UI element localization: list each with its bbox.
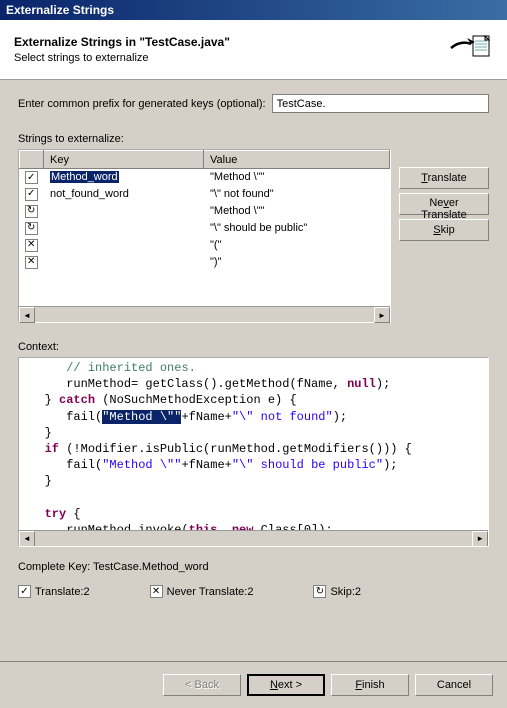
value-cell[interactable]: "\" should be public" — [204, 220, 390, 237]
cross-icon[interactable]: ✕ — [20, 254, 44, 271]
header-title: Externalize Strings in "TestCase.java" — [14, 35, 230, 49]
back-button: < Back — [163, 674, 241, 696]
status-skip: Skip:2 — [330, 586, 361, 598]
externalize-icon — [445, 30, 493, 70]
col-value[interactable]: Value — [204, 151, 390, 169]
header-subtitle: Select strings to externalize — [14, 52, 230, 64]
translate-button[interactable]: Translate — [399, 167, 489, 189]
prefix-label: Enter common prefix for generated keys (… — [18, 98, 266, 110]
table-row[interactable]: ↻ "\" should be public" — [20, 220, 390, 237]
strings-label: Strings to externalize: — [18, 133, 489, 145]
value-cell[interactable]: "(" — [204, 237, 390, 254]
col-key[interactable]: Key — [44, 151, 204, 169]
strings-table[interactable]: Key Value ✓Method_word"Method \""✓not_fo… — [18, 149, 391, 323]
context-scrollbar[interactable]: ◄ ► — [19, 530, 488, 546]
dialog-header: Externalize Strings in "TestCase.java" S… — [0, 20, 507, 80]
scroll-left-icon[interactable]: ◄ — [19, 531, 35, 547]
skip-icon: ↻ — [313, 585, 326, 598]
key-cell[interactable]: Method_word — [44, 169, 204, 186]
skip-icon[interactable]: ↻ — [20, 203, 44, 220]
prefix-input[interactable] — [272, 94, 489, 113]
check-icon[interactable]: ✓ — [20, 169, 44, 186]
key-cell[interactable] — [44, 254, 204, 271]
value-cell[interactable]: "Method \"" — [204, 169, 390, 186]
table-row[interactable]: ↻ "Method \"" — [20, 203, 390, 220]
context-box[interactable]: // inherited ones. runMethod= getClass()… — [18, 357, 489, 547]
footer-buttons: < Back Next > Finish Cancel — [0, 661, 507, 708]
table-row[interactable]: ✓Method_word"Method \"" — [20, 169, 390, 186]
finish-button[interactable]: Finish — [331, 674, 409, 696]
table-row[interactable] — [20, 271, 390, 288]
scroll-right-icon[interactable]: ► — [374, 307, 390, 323]
table-row[interactable]: ✓not_found_word"\" not found" — [20, 186, 390, 203]
status-translate: Translate:2 — [35, 586, 90, 598]
next-button[interactable]: Next > — [247, 674, 325, 696]
never-translate-button[interactable]: Never Translate — [399, 193, 489, 215]
key-cell[interactable] — [44, 203, 204, 220]
value-cell[interactable]: ")" — [204, 254, 390, 271]
key-cell[interactable]: not_found_word — [44, 186, 204, 203]
skip-icon[interactable]: ↻ — [20, 220, 44, 237]
check-icon[interactable]: ✓ — [20, 186, 44, 203]
scroll-left-icon[interactable]: ◄ — [19, 307, 35, 323]
title-bar: Externalize Strings — [0, 0, 507, 20]
value-cell[interactable]: "Method \"" — [204, 203, 390, 220]
context-content: // inherited ones. runMethod= getClass()… — [19, 358, 488, 530]
table-row[interactable]: ✕ ")" — [20, 254, 390, 271]
complete-key-label: Complete Key: TestCase.Method_word — [18, 561, 489, 573]
cross-icon: ✕ — [150, 585, 163, 598]
value-cell[interactable]: "\" not found" — [204, 186, 390, 203]
blank-icon[interactable] — [20, 271, 44, 288]
key-cell[interactable] — [44, 271, 204, 288]
key-cell[interactable] — [44, 237, 204, 254]
col-icon[interactable] — [20, 151, 44, 169]
cross-icon[interactable]: ✕ — [20, 237, 44, 254]
cancel-button[interactable]: Cancel — [415, 674, 493, 696]
table-row[interactable]: ✕ "(" — [20, 237, 390, 254]
scroll-right-icon[interactable]: ► — [472, 531, 488, 547]
status-never: Never Translate:2 — [167, 586, 254, 598]
check-icon: ✓ — [18, 585, 31, 598]
context-label: Context: — [18, 341, 489, 353]
skip-button[interactable]: Skip — [399, 219, 489, 241]
horizontal-scrollbar[interactable]: ◄ ► — [19, 306, 390, 322]
value-cell[interactable] — [204, 271, 390, 288]
key-cell[interactable] — [44, 220, 204, 237]
